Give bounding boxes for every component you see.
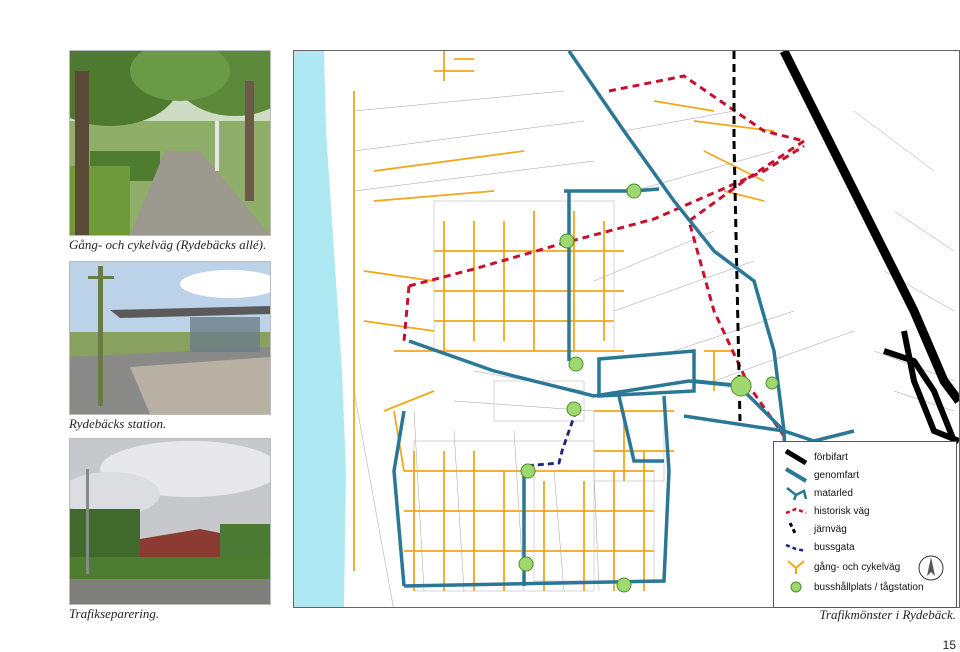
map-legend: förbifart genomfart matarled historisk v… bbox=[773, 441, 957, 608]
teal-loop-icon bbox=[786, 487, 808, 501]
railway-dashed-icon bbox=[788, 522, 798, 536]
sea bbox=[294, 51, 346, 607]
blue-dashed-line-icon bbox=[785, 543, 807, 553]
legend-item-busshallplats: busshållplats / tågstation bbox=[784, 578, 924, 596]
bus-stop bbox=[765, 376, 779, 390]
page-number: 15 bbox=[942, 638, 956, 652]
bus-stop bbox=[568, 356, 584, 372]
legend-item-gang-cykel: gång- och cykelväg bbox=[784, 558, 900, 576]
green-dot-icon bbox=[790, 581, 802, 593]
teal-thick-line-icon bbox=[784, 467, 808, 483]
bus-stop bbox=[518, 556, 534, 572]
photo-cycle-path bbox=[69, 50, 271, 236]
photo-station bbox=[69, 261, 271, 415]
bus-stop bbox=[616, 577, 632, 593]
train-station bbox=[730, 375, 752, 397]
map-caption: Trafikmönster i Rydebäck. bbox=[819, 607, 956, 622]
bus-stop bbox=[626, 183, 642, 199]
legend-item-jarnvag: järnväg bbox=[784, 520, 847, 538]
bus-stop bbox=[520, 463, 536, 479]
legend-item-matarled: matarled bbox=[784, 484, 853, 502]
bus-stop bbox=[559, 233, 575, 249]
orange-fork-icon bbox=[787, 560, 805, 574]
photo-traffic-separation bbox=[69, 438, 271, 605]
legend-item-genomfart: genomfart bbox=[784, 466, 859, 484]
legend-item-historisk: historisk väg bbox=[784, 502, 870, 520]
red-dashed-line-icon bbox=[785, 507, 807, 515]
legend-item-bussgata: bussgata bbox=[784, 538, 855, 556]
bus-stop bbox=[566, 401, 582, 417]
photo-caption-traffic-separation: Trafikseparering. bbox=[69, 606, 160, 621]
photo-caption-cycle-path: Gång- och cykelväg (Rydebäcks allé). bbox=[69, 237, 267, 252]
legend-item-forbifart: förbifart bbox=[784, 448, 848, 466]
photo-caption-station: Rydebäcks station. bbox=[69, 416, 167, 431]
north-arrow-icon bbox=[918, 555, 944, 581]
black-thick-line-icon bbox=[784, 449, 808, 465]
